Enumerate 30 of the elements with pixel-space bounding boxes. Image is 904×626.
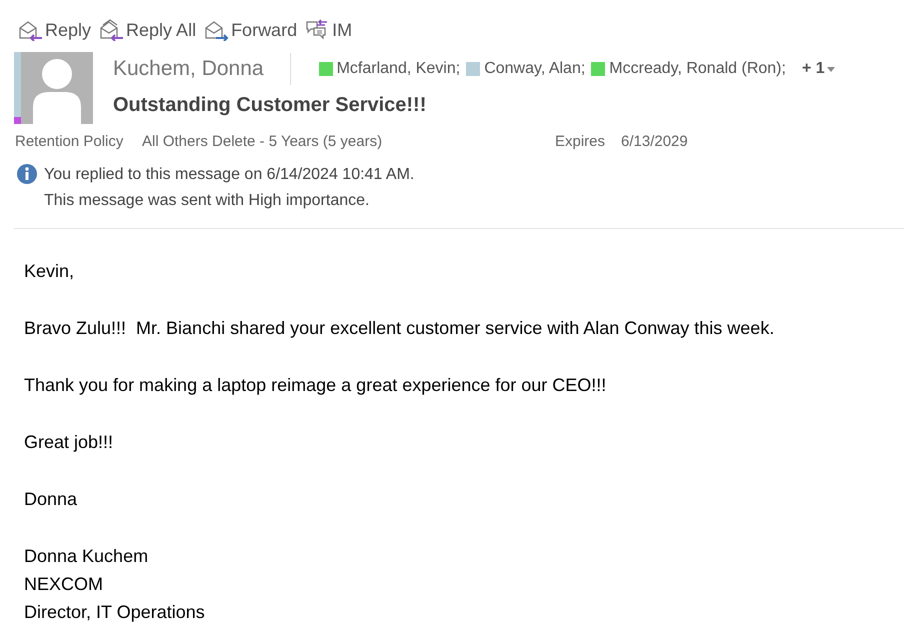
recipient-name[interactable]: Mccready, Ronald (Ron); xyxy=(609,57,786,81)
info-message: This message was sent with High importance. xyxy=(44,190,370,210)
retention-value: All Others Delete - 5 Years (5 years) xyxy=(142,132,384,152)
recipient-name[interactable]: Mcfarland, Kevin; xyxy=(336,57,460,81)
info-message: You replied to this message on 6/14/2024 10:41 AM. xyxy=(44,164,414,184)
reply-all-icon xyxy=(99,19,126,41)
info-icon xyxy=(17,164,37,184)
expires-date: 6/13/2029 xyxy=(621,132,688,152)
reply-icon xyxy=(18,19,44,41)
expires-label: Expires xyxy=(555,132,606,152)
body-text: Donna xyxy=(24,488,78,510)
body-text: Great job!!! xyxy=(24,430,114,454)
retention-label: Retention Policy xyxy=(15,132,124,152)
body-text: Thank you for making a laptop reimage a great experience for our CEO!!! xyxy=(24,374,608,397)
more-recipients-button[interactable]: + 1 xyxy=(802,57,835,81)
body-text: NEXCOM xyxy=(24,572,104,596)
subject: Outstanding Customer Service!!! xyxy=(113,93,428,118)
toolbar-button[interactable]: Forward xyxy=(204,16,298,44)
forward-icon xyxy=(204,19,230,41)
body-text: Director, IT Operations xyxy=(24,600,206,624)
toolbar-button[interactable]: Reply All xyxy=(99,16,196,44)
sender-name: Kuchem, Donna xyxy=(113,53,291,85)
caret-icon xyxy=(826,66,835,72)
recipient-name[interactable]: Conway, Alan; xyxy=(484,57,586,81)
body-text: Bravo Zulu!!! Mr. Bianchi shared your excellent customer service with Alan Conway this week. xyxy=(24,316,776,340)
body-text: Kevin, xyxy=(24,260,76,282)
toolbar-button[interactable]: Reply xyxy=(18,16,92,44)
body-text: Donna Kuchem xyxy=(24,544,150,568)
toolbar-button[interactable]: IM xyxy=(305,16,352,44)
presence-mark-icon xyxy=(14,117,21,124)
